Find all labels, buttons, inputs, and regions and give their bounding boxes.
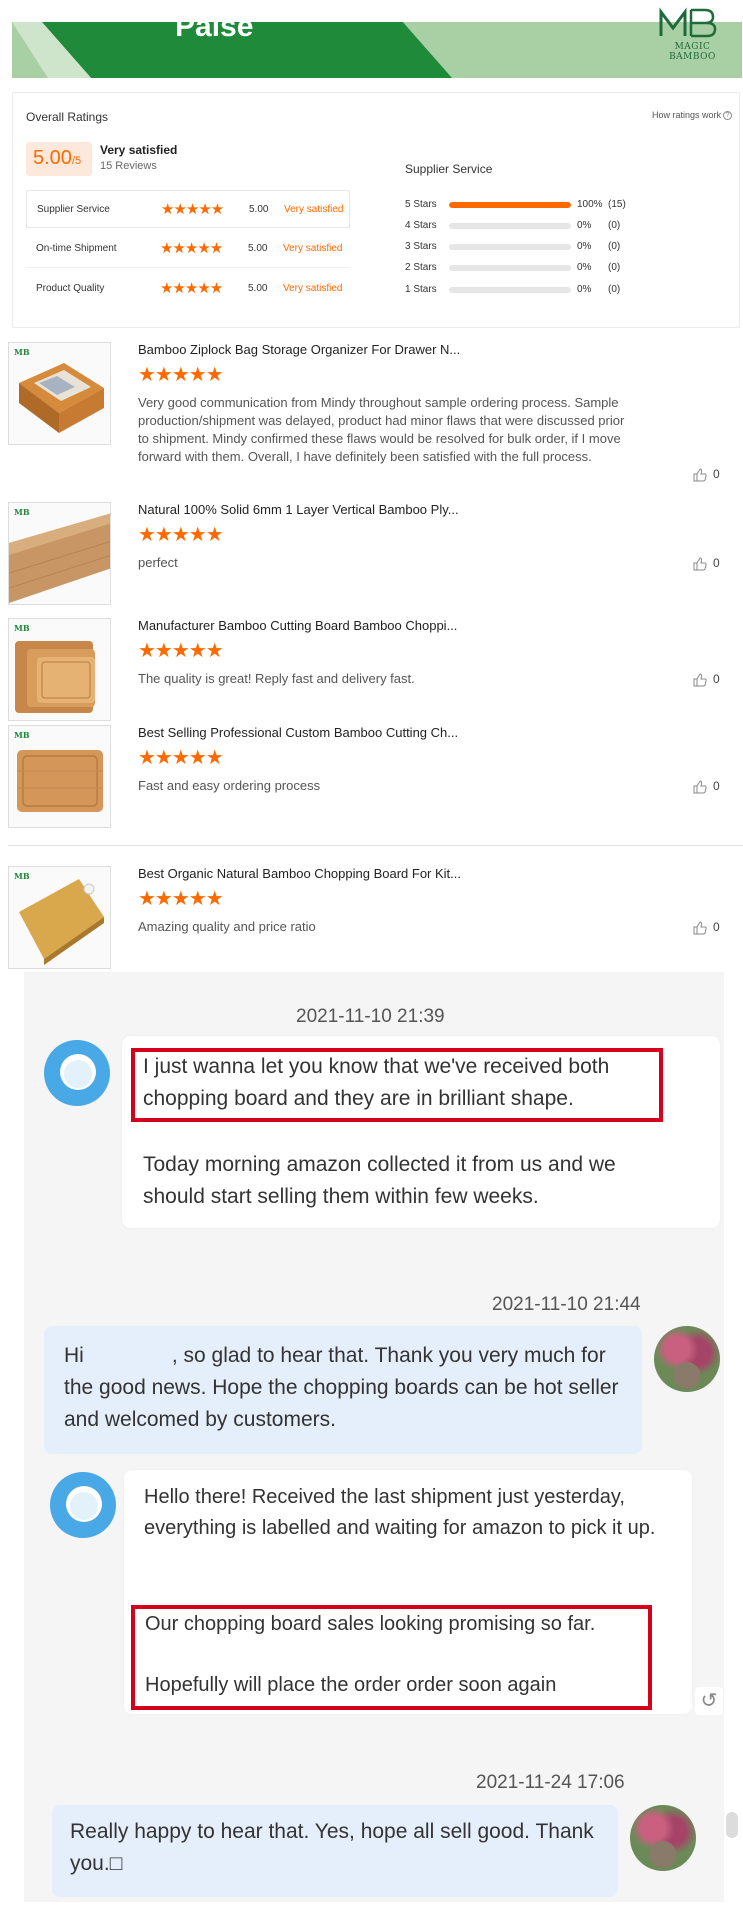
like-button[interactable]: 0 [693,920,720,935]
cutting-board-set-image-icon [15,641,95,713]
message-text: Hi, so glad to hear that. Thank you very… [64,1344,619,1431]
rating-metrics: Supplier Service ★★★★★ 5.00 Very satisfi… [26,190,350,310]
metric-label: Supplier Service [37,204,110,215]
review-text: perfect [138,555,178,570]
review-text: Very good communication from Mindy throu… [138,395,625,464]
review-product-title[interactable]: Best Selling Professional Custom Bamboo … [138,725,458,740]
divider [8,845,743,846]
review-item: MB Best Organic Natural Bamboo Chopping … [8,866,743,969]
thumbs-up-icon [693,557,707,571]
review-text: Amazing quality and price ratio [138,919,316,934]
star-rating: ★★★★★ [138,888,224,910]
breakdown-row: 1 Stars 0% (0) [405,284,621,295]
metric-satisfaction: Very satisfied [284,204,344,215]
message-text: I just wanna let you know that we've rec… [143,1055,610,1110]
overall-score: 5.00/5 [26,142,92,176]
breakdown-row: 2 Stars 0% (0) [405,262,621,273]
star-rating: ★★★★★ [161,201,224,218]
product-thumbnail[interactable]: MB [8,618,111,721]
review-product-title[interactable]: Natural 100% Solid 6mm 1 Layer Vertical … [138,502,459,517]
product-thumbnail[interactable]: MB [8,342,111,445]
review-product-title[interactable]: Bamboo Ziplock Bag Storage Organizer For… [138,342,460,357]
review-item: MB Best Selling Professional Custom Bamb… [8,725,743,828]
message-text: Our chopping board sales looking promisi… [145,1613,596,1635]
customer-avatar[interactable] [44,1040,110,1106]
progress-fill [449,202,571,208]
metric-label: Product Quality [36,283,105,294]
how-ratings-work-link[interactable]: How ratings work? [652,110,733,121]
cutting-board-image-icon [17,750,103,812]
like-button[interactable]: 0 [693,779,720,794]
review-count: 15 Reviews [100,160,157,172]
metric-satisfaction: Very satisfied [283,243,343,254]
review-item: MB Bamboo Ziplock Bag Storage Organizer … [8,342,743,482]
metric-label: On-time Shipment [36,243,117,254]
message-timestamp: 2021-11-24 17:06 [476,1772,625,1793]
page-title: Paise [175,10,254,43]
star-rating: ★★★★★ [160,280,223,297]
avatar-center [70,1492,98,1520]
thumbs-up-icon [693,780,707,794]
review-item: MB Manufacturer Bamboo Cutting Board Bam… [8,618,743,721]
overall-satisfaction: Very satisfied [100,143,178,157]
magic-bamboo-logo-icon [659,7,717,38]
metric-satisfaction: Very satisfied [283,283,343,294]
customer-avatar[interactable] [50,1472,116,1538]
review-item: MB Natural 100% Solid 6mm 1 Layer Vertic… [8,502,743,605]
like-button[interactable]: 0 [693,467,720,482]
thumbs-up-icon [693,673,707,687]
organizer-image-icon [19,363,104,433]
header-banner [12,22,742,78]
logo-text: MAGIC BAMBOO [669,42,716,62]
avatar-center [64,1060,92,1088]
star-rating: ★★★★★ [138,747,224,769]
chopping-board-image-icon [19,879,104,965]
star-rating: ★★★★★ [138,524,224,546]
star-rating: ★★★★★ [160,240,223,257]
review-product-title[interactable]: Best Organic Natural Bamboo Chopping Boa… [138,866,461,881]
progress-track [449,223,571,229]
metric-score: 5.00 [248,243,268,254]
question-icon: ? [723,111,733,121]
message-text: Hello there! Received the last shipment … [144,1486,656,1539]
product-thumbnail[interactable]: MB [8,725,111,828]
message-timestamp: 2021-11-10 21:44 [492,1294,641,1315]
message-timestamp: 2021-11-10 21:39 [296,1006,445,1027]
breakdown-row: 5 Stars 100% (15) [405,199,626,210]
thumbs-up-icon [693,921,707,935]
product-thumbnail[interactable]: MB [8,502,111,605]
metric-score: 5.00 [248,283,268,294]
review-text: The quality is great! Reply fast and del… [138,671,415,686]
progress-track [449,287,571,293]
star-rating: ★★★★★ [138,364,224,386]
breakdown-row: 3 Stars 0% (0) [405,241,621,252]
like-button[interactable]: 0 [693,672,720,687]
thumbs-up-icon [693,468,707,482]
progress-track [449,244,571,250]
breakdown-title: Supplier Service [405,162,493,176]
product-thumbnail[interactable]: MB [8,866,111,969]
metric-row: Product Quality ★★★★★ 5.00 Very satisfie… [26,270,350,308]
message-text: Really happy to hear that. Yes, hope all… [70,1820,594,1875]
review-product-title[interactable]: Manufacturer Bamboo Cutting Board Bamboo… [138,618,457,633]
progress-track [449,265,571,271]
star-rating: ★★★★★ [138,640,224,662]
agent-avatar[interactable] [630,1805,696,1871]
review-text: Fast and easy ordering process [138,778,321,793]
metric-score: 5.00 [249,204,269,215]
reply-icon[interactable]: ↺ [695,1687,723,1715]
overall-ratings-title: Overall Ratings [26,110,109,124]
bamboo-panel-image-icon [9,513,110,603]
scroll-handle[interactable] [726,1812,738,1838]
message-text: Today morning amazon collected it from u… [143,1153,616,1208]
breakdown-row: 4 Stars 0% (0) [405,220,621,231]
message-text: Hopefully will place the order order soo… [145,1674,557,1696]
metric-row: On-time Shipment ★★★★★ 5.00 Very satisfi… [26,230,350,268]
agent-avatar[interactable] [654,1326,720,1392]
metric-row: Supplier Service ★★★★★ 5.00 Very satisfi… [26,190,350,228]
like-button[interactable]: 0 [693,556,720,571]
progress-track [449,202,571,208]
